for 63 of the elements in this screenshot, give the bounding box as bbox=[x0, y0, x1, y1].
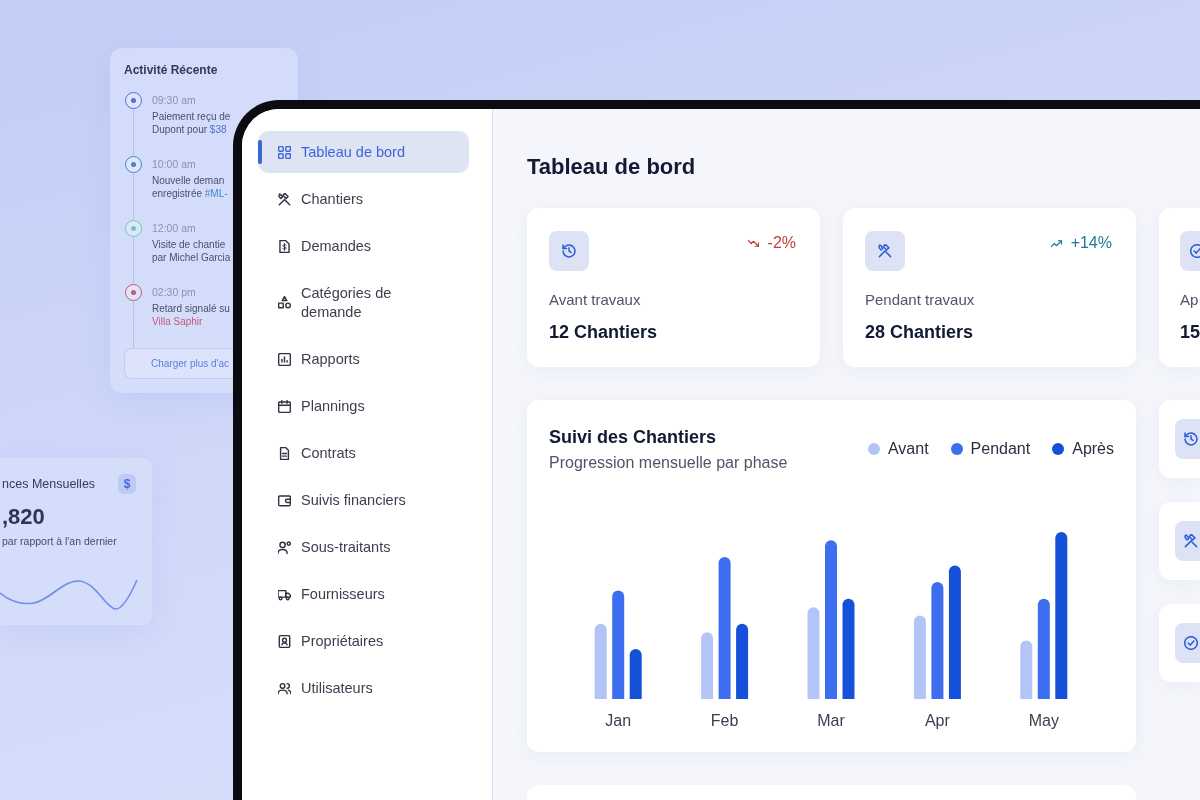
bar-chart-icon bbox=[278, 352, 291, 366]
sidebar-item[interactable]: Demandes bbox=[258, 225, 469, 267]
wallet-icon bbox=[278, 493, 291, 507]
shapes-icon bbox=[278, 296, 291, 309]
tools-icon bbox=[278, 192, 291, 206]
document-icon bbox=[278, 446, 291, 460]
sidebar-item[interactable]: Contrats bbox=[258, 432, 469, 474]
sidebar-item[interactable]: Utilisateurs bbox=[258, 667, 469, 709]
sidebar-item[interactable]: Sous-traitants bbox=[258, 526, 469, 568]
stat-label: Avant travaux bbox=[549, 290, 642, 310]
history-icon bbox=[549, 231, 589, 271]
activity-time: 02:30 pm bbox=[152, 285, 197, 300]
chart-bar bbox=[701, 632, 714, 699]
stat-value: 12 Chantiers bbox=[549, 321, 659, 344]
activity-time: 09:30 am bbox=[152, 93, 197, 108]
id-badge-icon bbox=[278, 634, 291, 648]
stat-value: 15 bbox=[1180, 321, 1200, 344]
legend-label: Avant bbox=[887, 439, 929, 459]
card-title: nces Mensuelles bbox=[2, 475, 96, 493]
chart-subtitle: Progression mensuelle par phase bbox=[549, 453, 788, 473]
history-icon bbox=[1175, 419, 1200, 459]
axis-label: Jan bbox=[605, 712, 632, 729]
activity-text: Nouvelle deman enregistrée #ML- bbox=[152, 174, 229, 200]
legend-label: Pendant bbox=[970, 439, 1031, 459]
sidebar-item[interactable]: Catégories de demande bbox=[258, 272, 469, 333]
calendar-icon bbox=[278, 399, 291, 413]
stat-label: Pendant travaux bbox=[865, 290, 976, 310]
panel-title: Activité Récente bbox=[124, 63, 219, 78]
trend-percentage: -2% bbox=[767, 233, 796, 253]
legend-label: Après bbox=[1072, 439, 1114, 459]
activity-time: 12:00 am bbox=[152, 221, 197, 236]
activity-time: 10:00 am bbox=[152, 157, 197, 172]
chart-bar bbox=[629, 648, 642, 699]
revenue-caption: par rapport à l'an dernier bbox=[2, 534, 118, 548]
axis-label: Apr bbox=[924, 712, 950, 729]
sidebar-item[interactable]: Suivis financiers bbox=[258, 479, 469, 521]
trend-percentage: +14% bbox=[1070, 233, 1112, 253]
chart-bar bbox=[1020, 640, 1033, 699]
axis-label: Mar bbox=[817, 712, 845, 729]
truck-icon bbox=[278, 587, 291, 601]
chart-title: Suivi des Chantiers bbox=[549, 426, 718, 448]
sidebar-item[interactable]: Propriétaires bbox=[258, 620, 469, 662]
user-icon bbox=[278, 540, 291, 554]
dollar-document-icon bbox=[278, 239, 291, 253]
stat-value: 28 Chantiers bbox=[865, 321, 975, 344]
activity-text: Paiement reçu de Dupont pour $38 bbox=[152, 110, 232, 136]
axis-label: Feb bbox=[710, 712, 739, 729]
axis-label: May bbox=[1028, 712, 1059, 729]
activity-text: Visite de chantie par Michel Garcia bbox=[152, 238, 232, 264]
tools-icon bbox=[865, 231, 905, 271]
sidebar-item[interactable]: Rapports bbox=[258, 338, 469, 380]
stat-label: Ap bbox=[1180, 290, 1200, 310]
sidebar-item[interactable]: Plannings bbox=[258, 385, 469, 427]
activity-text: Retard signalé su Villa Saphir bbox=[152, 302, 231, 328]
currency-badge: $ bbox=[118, 474, 136, 494]
tools-icon bbox=[1175, 521, 1200, 561]
users-icon bbox=[278, 681, 291, 695]
sidebar-item[interactable]: Tableau de bord bbox=[258, 131, 469, 173]
page-title: Tableau de bord bbox=[527, 153, 697, 181]
sidebar-item[interactable]: Fournisseurs bbox=[258, 573, 469, 615]
grid-icon bbox=[278, 145, 291, 159]
sidebar-item[interactable]: Chantiers bbox=[258, 178, 469, 220]
revenue-value: ,820 bbox=[2, 504, 46, 530]
